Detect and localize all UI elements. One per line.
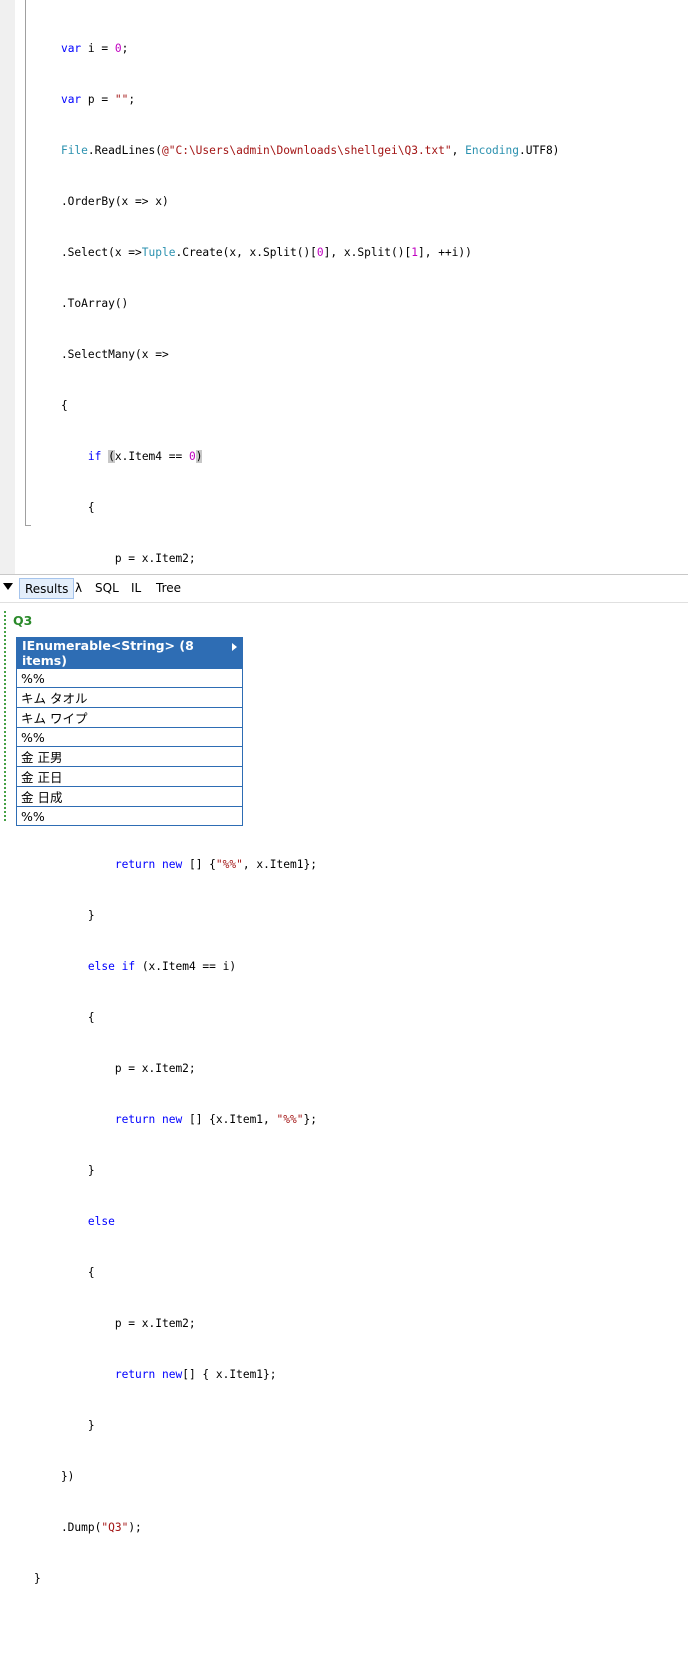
table-row: 金 正日 [16,766,243,787]
results-table: IEnumerable<String> (8 items) %% キム タオル … [16,637,243,826]
tab-results[interactable]: Results [19,578,75,599]
code-line: if (x.Item4 == 0) [87,450,203,463]
table-row: キム タオル [16,687,243,708]
code-line: return new [] {x.Item1, "%%"}; [114,1113,317,1126]
results-panel: Q3 IEnumerable<String> (8 items) %% キム タ… [0,603,688,830]
table-cell: 金 正男 [16,746,243,767]
fold-guide [25,0,26,526]
table-cell: 金 日成 [16,786,243,807]
code-line: } [34,1164,95,1177]
table-row: %% [16,806,243,826]
table-cell: 金 正日 [16,766,243,787]
code-line: p = x.Item2; [34,552,196,565]
tab-lambda[interactable]: λ [70,578,87,599]
tab-il[interactable]: IL [126,578,146,599]
table-cell: %% [16,668,243,688]
code-line: .OrderBy(x => x) [34,195,169,208]
code-line: .ToArray() [34,297,129,310]
code-line: { [34,501,95,514]
code-line: { [34,399,68,412]
code-line: } [34,1419,95,1432]
code-line: else [87,1215,115,1228]
dump-outline-guide [4,611,6,821]
table-header[interactable]: IEnumerable<String> (8 items) [16,637,243,669]
code-line: var i = 0; [60,42,129,55]
code-editor[interactable]: var i = 0; var p = ""; File.ReadLines(@"… [0,0,688,1585]
table-row: 金 日成 [16,786,243,807]
code-line: .Select(x =>Tuple.Create(x, x.Split()[0]… [34,246,472,259]
dump-title: Q3 [13,613,33,628]
table-cell: %% [16,727,243,747]
table-row: %% [16,727,243,747]
code-line: return new[] { x.Item1}; [114,1368,277,1381]
code-line: File.ReadLines(@"C:\Users\admin\Download… [60,144,560,157]
code-line: { [34,1266,95,1279]
code-line: } [34,1572,41,1585]
table-cell: キム ワイプ [16,707,243,728]
table-header-row: IEnumerable<String> (8 items) [16,637,243,669]
expand-arrow-icon[interactable] [232,643,237,651]
code-line: { [34,1011,95,1024]
tab-sql[interactable]: SQL [90,578,124,599]
collapse-triangle-icon[interactable] [3,583,13,590]
results-toolbar: Results λ SQL IL Tree [0,574,688,603]
tab-tree[interactable]: Tree [151,578,186,599]
code-text[interactable]: var i = 0; var p = ""; File.ReadLines(@"… [34,6,559,1660]
code-line: p = x.Item2; [34,1062,196,1075]
code-line: p = x.Item2; [34,1317,196,1330]
table-cell: %% [16,806,243,826]
fold-guide-end [25,525,31,526]
code-line: } [34,909,95,922]
code-line: .SelectMany(x => [34,348,169,361]
table-row: キム ワイプ [16,707,243,728]
table-header-label: IEnumerable<String> (8 items) [22,638,194,668]
editor-gutter [0,0,15,574]
code-line: else if (x.Item4 == i) [87,960,237,973]
table-row: 金 正男 [16,746,243,767]
code-line: .Dump("Q3"); [34,1521,142,1534]
code-line: }) [34,1470,75,1483]
code-line: return new [] {"%%", x.Item1}; [114,858,317,871]
table-row: %% [16,668,243,688]
table-cell: キム タオル [16,687,243,708]
code-line: var p = ""; [60,93,136,106]
